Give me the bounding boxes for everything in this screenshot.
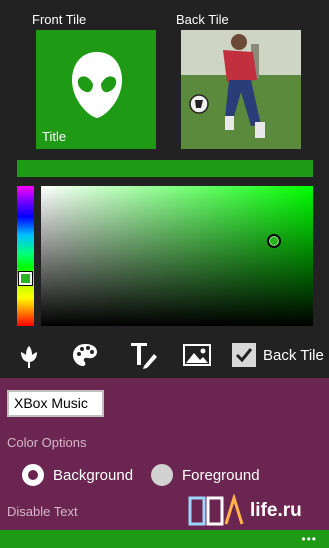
soccer-player-image [181, 30, 301, 149]
text-edit-icon [131, 343, 157, 369]
tile-editor-panel: Front Tile Back Tile Title Back Tile [0, 0, 329, 378]
hue-slider[interactable] [17, 186, 34, 326]
palette-button[interactable] [70, 340, 100, 370]
background-radio[interactable] [22, 464, 44, 486]
color-picker-handle[interactable] [267, 234, 281, 248]
background-radio-label[interactable]: Background [53, 467, 133, 484]
front-tile-preview[interactable]: Title [36, 30, 156, 149]
tile-text-input[interactable]: XBox Music [7, 390, 104, 417]
more-options-icon[interactable]: ••• [301, 533, 317, 545]
options-panel: XBox Music Color Options Background Fore… [0, 378, 329, 530]
checkmark-icon [235, 348, 253, 363]
flower-icon [21, 346, 37, 368]
foreground-radio-label[interactable]: Foreground [182, 467, 260, 484]
back-tile-photo[interactable] [181, 30, 301, 149]
image-button[interactable] [182, 340, 212, 370]
back-tile-label: Back Tile [176, 12, 229, 27]
pda-logo-icon [188, 494, 244, 526]
selected-color-bar [17, 160, 313, 177]
watermark-text: life.ru [250, 500, 302, 521]
hue-slider-handle[interactable] [18, 271, 33, 286]
foreground-radio[interactable] [151, 464, 173, 486]
text-edit-button[interactable] [128, 340, 158, 370]
alien-icon [72, 52, 122, 118]
color-options-heading: Color Options [7, 435, 87, 450]
watermark: life.ru [188, 494, 313, 528]
tile-toolbar: Back Tile [0, 338, 329, 374]
application-bar: ••• [0, 530, 329, 548]
palette-icon [73, 344, 97, 366]
image-icon [183, 344, 211, 366]
tile-title: Title [42, 129, 67, 144]
flower-button[interactable] [14, 340, 44, 370]
back-tile-checkbox-label[interactable]: Back Tile [263, 347, 324, 364]
saturation-value-picker[interactable] [41, 186, 313, 326]
radio-selected-dot [28, 470, 38, 480]
back-tile-checkbox[interactable] [232, 343, 256, 367]
disable-text-label[interactable]: Disable Text [7, 504, 78, 519]
front-tile-label: Front Tile [32, 12, 87, 27]
